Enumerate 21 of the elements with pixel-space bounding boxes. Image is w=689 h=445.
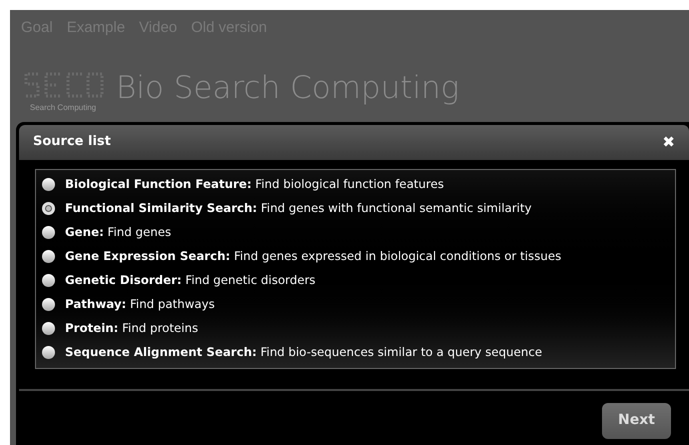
next-button[interactable]: Next [602, 402, 671, 438]
radio-button[interactable] [42, 178, 55, 191]
source-option[interactable]: Protein: Find proteins [65, 320, 198, 338]
source-option[interactable]: Gene Expression Search: Find genes expressed in biological conditions or tissues [65, 248, 562, 266]
source-option[interactable]: Sequence Alignment Search: Find bio-sequences similar to a query sequence [65, 344, 542, 362]
radio-button[interactable] [42, 202, 55, 215]
logo-caption: Search Computing [30, 104, 96, 112]
source-option[interactable]: Gene: Find genes [65, 224, 172, 242]
site-title: Bio Search Computing [116, 69, 460, 108]
close-button[interactable]: ✖ [662, 130, 675, 154]
dialog-title: Source list [33, 133, 111, 152]
radio-button[interactable] [42, 322, 55, 335]
source-option[interactable]: Pathway: Find pathways [65, 296, 215, 314]
source-option[interactable]: Biological Function Feature: Find biological function features [65, 176, 444, 194]
radio-button[interactable] [42, 226, 55, 239]
radio-button[interactable] [42, 346, 55, 359]
radio-button[interactable] [42, 274, 55, 287]
source-option[interactable]: Functional Similarity Search: Find genes with functional semantic similarity [65, 200, 532, 218]
radio-button[interactable] [42, 250, 55, 263]
radio-button[interactable] [42, 298, 55, 311]
source-option[interactable]: Genetic Disorder: Find genetic disorders [65, 272, 316, 290]
